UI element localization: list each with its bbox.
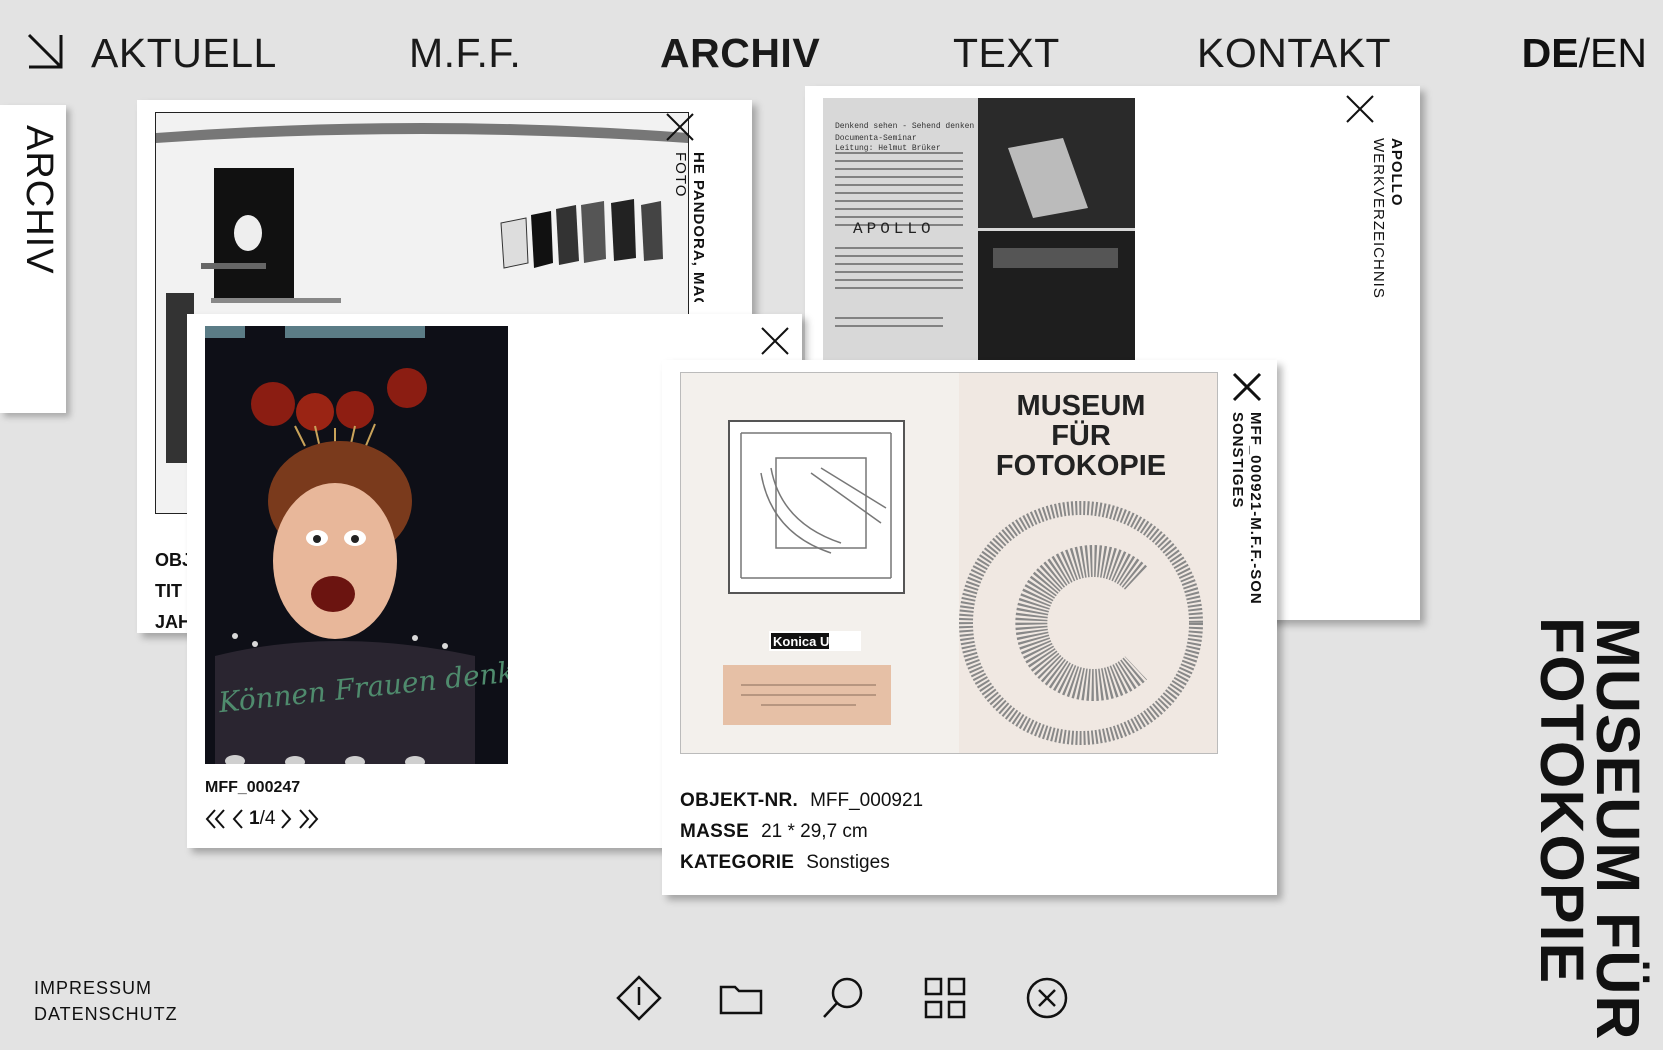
doc-line: Documenta-Seminar: [835, 134, 917, 143]
nav-archiv[interactable]: ARCHIV: [660, 28, 820, 78]
card-title: MFF_000921-M.F.F.-SON: [1247, 412, 1264, 605]
double-chevron-left-icon: [205, 809, 225, 829]
brand-line: MUSEUM FÜR: [1584, 617, 1652, 1041]
card-subtitle: FOTO: [672, 152, 689, 198]
grid-view-button[interactable]: [922, 975, 968, 1021]
doc-line: Denkend sehen - Sehend denken: [835, 122, 974, 131]
lang-de[interactable]: DE: [1522, 30, 1579, 76]
meta-label: OBJEKT-NR.: [680, 790, 799, 811]
doc-line: Leitung: Helmut Brüker: [835, 144, 941, 153]
archiv-side-tab-label: ARCHIV: [18, 125, 60, 275]
nav-text[interactable]: TEXT: [953, 28, 1060, 78]
close-icon: [761, 327, 789, 355]
pager-total: 4: [264, 808, 276, 829]
lang-en[interactable]: EN: [1590, 30, 1647, 76]
brand-logo[interactable]: MUSEUM FÜR FOTOKOPIE: [1528, 617, 1652, 1041]
poster-title-line: MUSEUM: [1017, 390, 1146, 422]
meta-row: MASSE 21 * 29,7 cm: [680, 816, 923, 847]
pager-current: 1: [249, 808, 260, 829]
card-vertical-sublabel: WERKVERZEICHNIS: [1369, 138, 1387, 298]
impressum-link[interactable]: IMPRESSUM: [34, 975, 178, 1001]
close-card-button[interactable]: [760, 326, 790, 356]
meta-label: MASSE: [680, 821, 750, 842]
nav-mff[interactable]: M.F.F.: [409, 28, 521, 78]
card-subtitle: SONSTIGES: [1229, 412, 1246, 509]
meta-row: KATEGORIE Sonstiges: [680, 847, 923, 878]
close-circle-icon: [1026, 977, 1068, 1019]
meta-value: 21 * 29,7 cm: [761, 821, 868, 842]
card-meta: OBJEKT-NR. MFF_000921 MASSE 21 * 29,7 cm K…: [680, 785, 923, 878]
double-chevron-right-icon: [299, 809, 319, 829]
close-all-button[interactable]: [1024, 975, 1070, 1021]
nav-aktuell[interactable]: AKTUELL: [91, 28, 277, 78]
image-pager: 1/4: [205, 807, 319, 831]
card-vertical-label: APOLLO: [1387, 138, 1405, 298]
poster-title-line: FÜR: [1051, 419, 1111, 452]
close-icon: [1346, 95, 1374, 123]
language-switch: DE/EN: [1522, 28, 1647, 78]
close-icon: [1232, 372, 1262, 402]
bottom-toolbar: [616, 975, 1070, 1021]
meta-label: KATEGORIE: [680, 852, 795, 873]
lang-separator: /: [1578, 30, 1591, 76]
folder-icon: [719, 985, 763, 1015]
close-card-button[interactable]: [1232, 372, 1262, 402]
card-vertical-sublabel: SONSTIGES: [1228, 412, 1246, 612]
card-photo: Konica U-BIX MUSEUM FÜR FOTOKOPIE: [680, 372, 1218, 754]
meta-row: OBJEKT-NR. MFF_000921: [680, 785, 923, 816]
card-vertical-label: MFF_000921-M.F.F.-SON: [1246, 412, 1264, 612]
konica-logo: Konica U-BIX: [773, 634, 856, 649]
poster-title-line: FOTOKOPIE: [996, 450, 1166, 482]
card-title: HE PANDORA, MACH: [690, 152, 707, 302]
prev-page-button[interactable]: [231, 807, 245, 831]
first-page-button[interactable]: [205, 807, 227, 831]
next-page-button[interactable]: [279, 807, 293, 831]
close-card-button[interactable]: [665, 112, 695, 142]
object-number: MFF_000247: [205, 779, 301, 796]
search-icon: [823, 977, 863, 1018]
chevron-left-icon: [232, 809, 243, 829]
card-title: APOLLO: [1388, 138, 1405, 207]
datenschutz-link[interactable]: DATENSCHUTZ: [34, 1001, 178, 1027]
card-subtitle: WERKVERZEICHNIS: [1370, 138, 1387, 298]
arrow-down-right-icon[interactable]: [26, 32, 66, 72]
pager-count: 1/4: [249, 808, 275, 830]
close-icon: [666, 113, 694, 141]
archive-card-mff-000921[interactable]: Konica U-BIX MUSEUM FÜR FOTOKOPIE MFF_00…: [662, 360, 1277, 895]
doc-line: APOLLO: [853, 220, 935, 238]
info-diamond-icon: [616, 975, 662, 1021]
card-vertical-sublabel: FOTO: [671, 152, 689, 302]
grid-icon: [924, 977, 966, 1019]
brand-line: FOTOKOPIE: [1528, 617, 1596, 985]
card-photo: Können Frauen denken?: [205, 326, 508, 764]
chevron-right-icon: [281, 809, 292, 829]
search-button[interactable]: [820, 975, 866, 1021]
folder-button[interactable]: [718, 975, 764, 1021]
meta-value: MFF_000921: [810, 790, 924, 811]
footer-links: IMPRESSUM DATENSCHUTZ: [34, 975, 178, 1027]
meta-value: Sonstiges: [806, 852, 890, 873]
nav-kontakt[interactable]: KONTAKT: [1197, 28, 1391, 78]
last-page-button[interactable]: [297, 807, 319, 831]
close-card-button[interactable]: [1345, 94, 1375, 124]
card-vertical-label: HE PANDORA, MACH: [689, 152, 707, 302]
info-button[interactable]: [616, 975, 662, 1021]
